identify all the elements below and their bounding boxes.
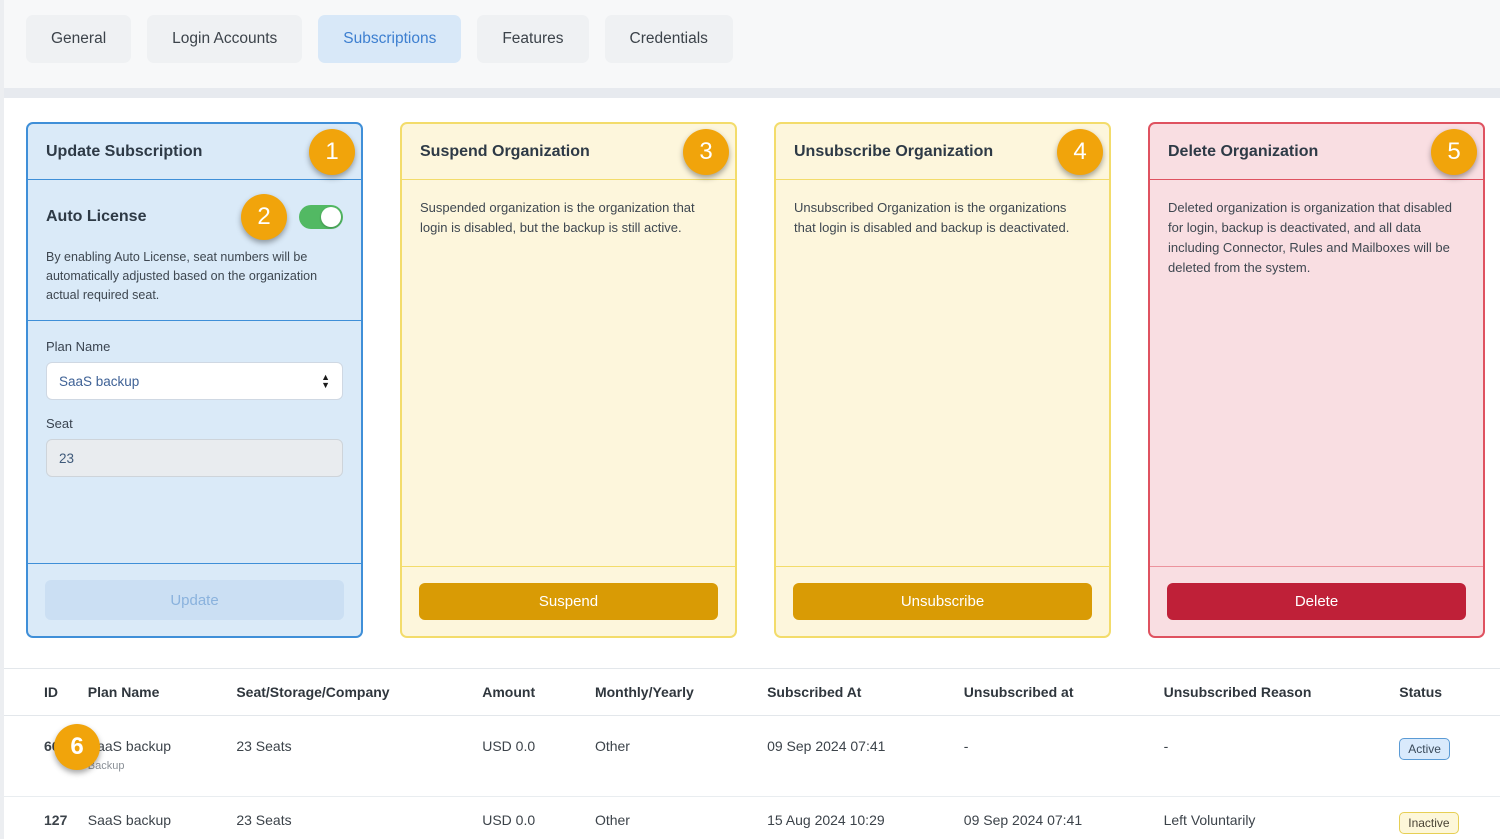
row-amount: USD 0.0 (472, 716, 585, 797)
col-seat-storage-company: Seat/Storage/Company (226, 669, 472, 716)
suspend-organization-card: Suspend Organization 3 Suspended organiz… (400, 122, 737, 638)
card-title: Unsubscribe Organization (794, 143, 993, 161)
seat-label: Seat (46, 416, 343, 431)
tab-bar: General Login Accounts Subscriptions Fea… (4, 0, 1500, 88)
card-title: Suspend Organization (420, 143, 590, 161)
plan-name-select[interactable]: SaaS backup ▲▼ (46, 362, 343, 400)
annotation-badge-6: 6 (54, 724, 100, 770)
unsubscribe-organization-header: Unsubscribe Organization 4 (776, 124, 1109, 180)
col-subscribed-at: Subscribed At (757, 669, 954, 716)
row-subscribed-at: 15 Aug 2024 10:29 (757, 797, 954, 839)
row-seat: 23 Seats (226, 797, 472, 839)
col-plan-name: Plan Name (78, 669, 227, 716)
update-card-footer: Update (28, 563, 361, 636)
delete-card-footer: Delete (1150, 566, 1483, 636)
delete-organization-header: Delete Organization 5 (1150, 124, 1483, 180)
row-amount: USD 0.0 (472, 797, 585, 839)
col-amount: Amount (472, 669, 585, 716)
row-cycle: Other (585, 797, 757, 839)
toggle-knob (321, 207, 341, 227)
suspend-organization-header: Suspend Organization 3 (402, 124, 735, 180)
row-cycle: Other (585, 716, 757, 797)
select-arrows-icon: ▲▼ (321, 373, 330, 389)
row-status: Inactive (1389, 797, 1500, 839)
tab-general[interactable]: General (26, 15, 131, 63)
status-badge: Active (1399, 738, 1450, 760)
annotation-badge-3: 3 (683, 129, 729, 175)
status-badge: Inactive (1399, 812, 1458, 834)
page: General Login Accounts Subscriptions Fea… (0, 0, 1500, 839)
col-unsubscribed-reason: Unsubscribed Reason (1154, 669, 1390, 716)
tab-subscriptions[interactable]: Subscriptions (318, 15, 461, 63)
annotation-badge-5: 5 (1431, 129, 1477, 175)
card-title: Update Subscription (46, 143, 202, 161)
header-divider (4, 88, 1500, 98)
row-plan-sub: Backup (88, 760, 217, 772)
card-title: Delete Organization (1168, 143, 1318, 161)
auto-license-section: Auto License 2 By enabling Auto License,… (28, 180, 361, 321)
seat-input[interactable] (46, 439, 343, 477)
delete-button[interactable]: Delete (1167, 583, 1466, 620)
annotation-badge-2: 2 (241, 194, 287, 240)
row-subscribed-at: 09 Sep 2024 07:41 (757, 716, 954, 797)
auto-license-description: By enabling Auto License, seat numbers w… (46, 248, 343, 304)
row-status: Active (1389, 716, 1500, 797)
col-status: Status (1389, 669, 1500, 716)
update-subscription-header: Update Subscription 1 (28, 124, 361, 180)
tab-credentials[interactable]: Credentials (605, 15, 733, 63)
action-cards: Update Subscription 1 Auto License 2 By … (4, 98, 1500, 638)
auto-license-toggle[interactable] (299, 205, 343, 229)
annotation-badge-1: 1 (309, 129, 355, 175)
table-row: 127 SaaS backup 23 Seats USD 0.0 Other 1… (4, 797, 1500, 839)
plan-name-value: SaaS backup (59, 374, 321, 389)
annotation-badge-4: 4 (1057, 129, 1103, 175)
row-seat: 23 Seats (226, 716, 472, 797)
row-reason: - (1154, 716, 1390, 797)
subscriptions-table: ID Plan Name Seat/Storage/Company Amount… (4, 668, 1500, 839)
unsubscribe-organization-card: Unsubscribe Organization 4 Unsubscribed … (774, 122, 1111, 638)
row-unsubscribed-at: 09 Sep 2024 07:41 (954, 797, 1154, 839)
plan-name-label: Plan Name (46, 339, 343, 354)
unsubscribe-description: Unsubscribed Organization is the organiz… (776, 180, 1109, 566)
update-button[interactable]: Update (45, 580, 344, 620)
row-id: 127 (4, 797, 78, 839)
row-id: 661 6 (4, 716, 78, 797)
row-plan: SaaS backup Backup (78, 716, 227, 797)
subscription-form: Plan Name SaaS backup ▲▼ Seat (28, 321, 361, 563)
unsubscribe-button[interactable]: Unsubscribe (793, 583, 1092, 620)
col-id: ID (4, 669, 78, 716)
suspend-description: Suspended organization is the organizati… (402, 180, 735, 566)
unsubscribe-card-footer: Unsubscribe (776, 566, 1109, 636)
suspend-button[interactable]: Suspend (419, 583, 718, 620)
update-subscription-card: Update Subscription 1 Auto License 2 By … (26, 122, 363, 638)
col-monthly-yearly: Monthly/Yearly (585, 669, 757, 716)
tab-login-accounts[interactable]: Login Accounts (147, 15, 302, 63)
tab-features[interactable]: Features (477, 15, 588, 63)
row-reason: Left Voluntarily (1154, 797, 1390, 839)
row-plan: SaaS backup (78, 797, 227, 839)
delete-description: Deleted organization is organization tha… (1150, 180, 1483, 566)
table-header-row: ID Plan Name Seat/Storage/Company Amount… (4, 669, 1500, 716)
table-row: 661 6 SaaS backup Backup 23 Seats USD 0.… (4, 716, 1500, 797)
suspend-card-footer: Suspend (402, 566, 735, 636)
delete-organization-card: Delete Organization 5 Deleted organizati… (1148, 122, 1485, 638)
auto-license-label: Auto License (46, 208, 241, 226)
col-unsubscribed-at: Unsubscribed at (954, 669, 1154, 716)
row-unsubscribed-at: - (954, 716, 1154, 797)
